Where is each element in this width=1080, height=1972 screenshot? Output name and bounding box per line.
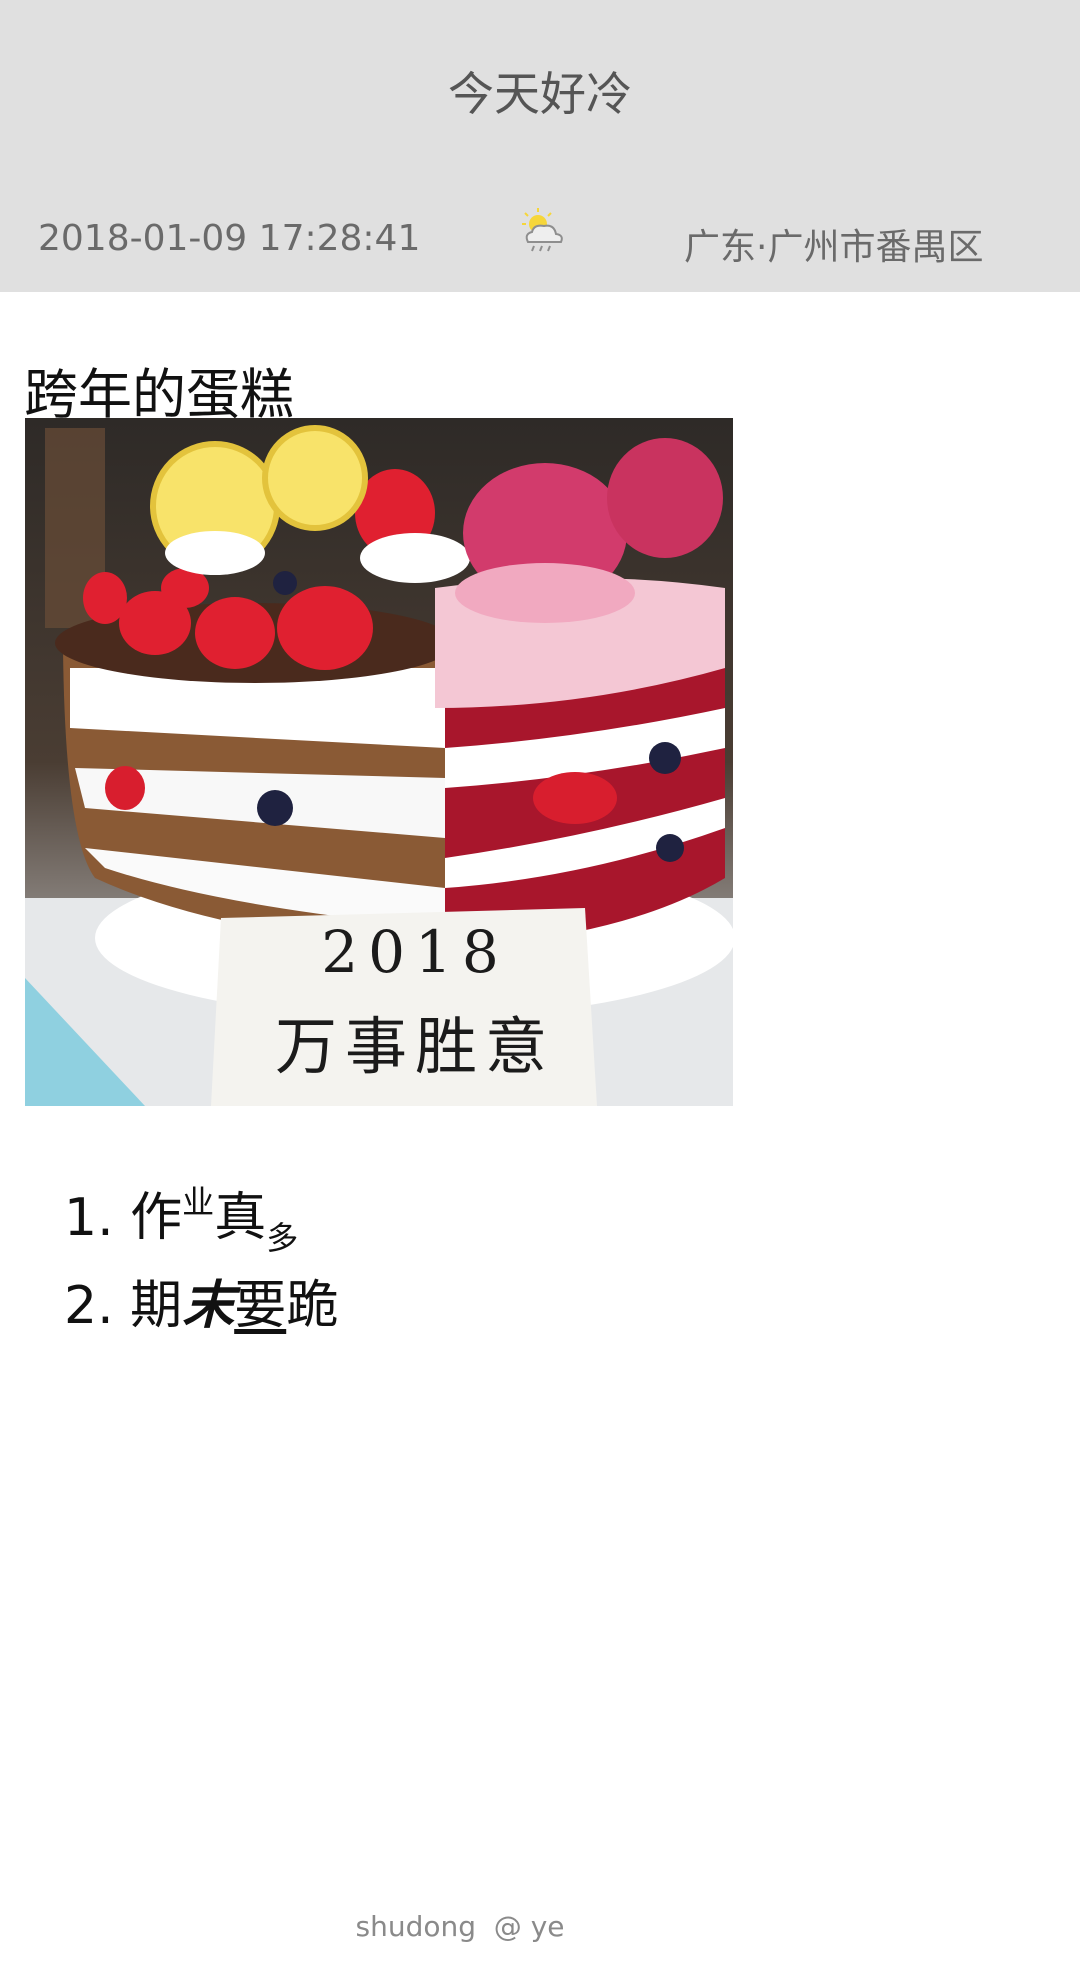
plaque-line1: 2018 [321,918,509,986]
list-text: 期 [130,1276,183,1336]
note-location: 广东·广州市番禺区 [684,227,984,268]
bold-text: 末 [182,1276,235,1336]
cake-photo[interactable]: 2018 万事胜意 [25,418,733,1106]
note-page: 今天好冷 2018-01-09 17:28:41 广东·广州市番禺区 跨年的蛋糕… [0,0,1080,1972]
plaque-line2: 万事胜意 [274,1010,555,1083]
weather-icon [514,204,570,260]
header: 今天好冷 2018-01-09 17:28:41 广东·广州市番禺区 [0,0,1080,292]
page-title: 今天好冷 [448,67,632,121]
subscript-text: 多 [266,1219,299,1257]
list-text: 真 [214,1188,267,1248]
footer-credit: shudong @ ye [355,1910,565,1943]
list-text: 跪 [286,1276,339,1336]
note-list: 1. 作业真多 2. 期末要跪 [64,1168,338,1340]
underlined-text: 要 [234,1276,287,1336]
list-text: 作 [130,1188,183,1248]
list-number: 1. [64,1188,114,1248]
list-item: 1. 作业真多 [64,1168,338,1272]
list-number: 2. [64,1276,114,1336]
note-date: 2018-01-09 17:28:41 [38,218,421,259]
superscript-text: 业 [182,1183,215,1221]
list-item: 2. 期末要跪 [64,1272,338,1340]
